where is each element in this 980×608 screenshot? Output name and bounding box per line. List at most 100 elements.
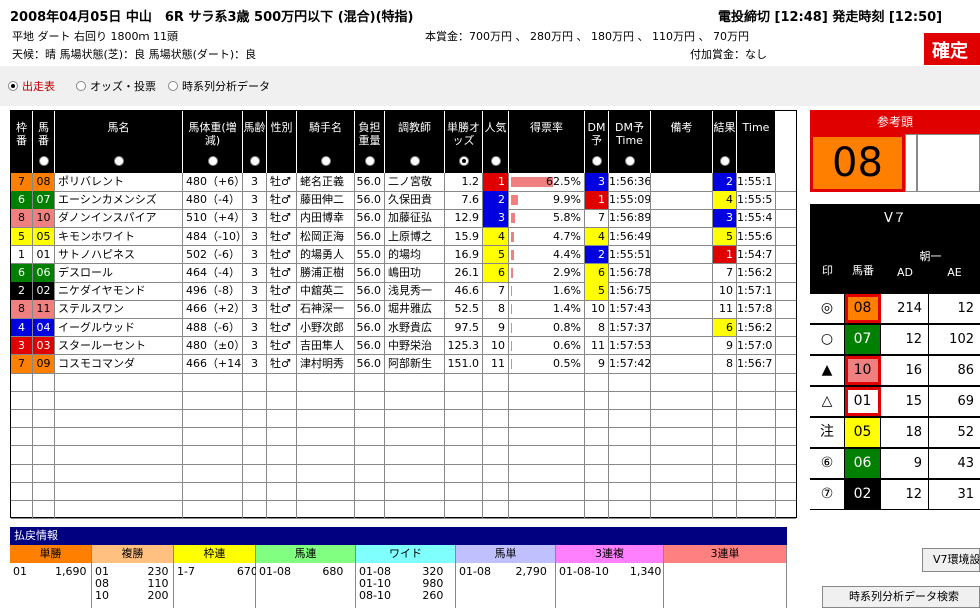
vote-rate-value: 62.5% [546, 175, 581, 188]
sort-radio-icon[interactable] [113, 156, 124, 166]
table-row[interactable]: 3 03 スタールーセント 480（±0） 3 牡♂ 吉田隼人 56.0 中野栄治 125.3 10… [11, 336, 796, 356]
sort-radio-icon[interactable] [207, 156, 218, 166]
table-row[interactable] [11, 446, 796, 465]
cell-note [651, 446, 713, 464]
cell-dm: 9 [585, 355, 609, 373]
column-header-label: 馬体重(増減) [188, 121, 237, 147]
table-row[interactable]: 8 10 ダノンインスパイア 510（+4） 3 牡♂ 内田博幸 56.0 加藤征弘 12.9 3 5… [11, 209, 796, 228]
v7-settings-button[interactable]: V7環境設定 [922, 548, 980, 572]
column-header-dmt[interactable]: DM予Time [609, 111, 651, 173]
table-row[interactable] [11, 482, 796, 501]
column-header-waku[interactable]: 枠番 [11, 111, 33, 173]
cell-rate [509, 446, 585, 464]
table-row[interactable]: 7 08 ポリバレント 480（+6） 3 牡♂ 蛯名正義 56.0 二ノ宮敬 1.2 1 62.5%… [11, 173, 796, 192]
column-header-name[interactable]: 馬名 [55, 111, 183, 173]
v7-header-ad: AD [897, 266, 913, 279]
sort-radio-icon[interactable] [591, 156, 602, 166]
column-header-age[interactable]: 馬齢 [243, 111, 267, 173]
sort-radio-icon[interactable] [320, 156, 331, 166]
column-header-uma[interactable]: 馬番 [33, 111, 55, 173]
cell-rate: 9.9% [509, 191, 585, 209]
cell-jockey: 藤田伸二 [297, 191, 355, 209]
cell-note [651, 245, 713, 264]
column-header-sex[interactable]: 性別 [267, 111, 297, 173]
cell-time: 1:56:2 [737, 264, 776, 282]
sort-radio-icon[interactable] [624, 156, 635, 166]
tab-odds[interactable]: オッズ・投票 [76, 78, 156, 94]
table-row[interactable]: 6 06 デスロール 464（-4） 3 牡♂ 勝浦正樹 56.0 嶋田功 26.1 6 2.9% 6 1… [11, 264, 796, 283]
cell-uma [33, 482, 55, 500]
table-row[interactable] [11, 464, 796, 483]
track-conditions: 天候：晴 馬場状態(芝)：良 馬場状態(ダート)：良 [12, 48, 257, 61]
deadline-time: 電投締切 [12:48] 発走時刻 [12:50] [718, 10, 943, 25]
reference-divider [905, 134, 917, 192]
v7-row[interactable]: ◎ 08 214 12 [810, 294, 980, 324]
column-header-trainer[interactable]: 調教師 [385, 111, 445, 173]
sort-radio-icon[interactable] [490, 156, 501, 166]
column-header-weight[interactable]: 馬体重(増減) [183, 111, 243, 173]
cell-jockey: 吉田隼人 [297, 336, 355, 355]
column-header-load[interactable]: 負担重量 [355, 111, 385, 173]
v7-row[interactable]: 注 05 18 52 [810, 418, 980, 448]
cell-dmt: 1:55:09 [609, 191, 651, 209]
sort-radio-icon[interactable] [249, 156, 260, 166]
table-row[interactable] [11, 500, 796, 520]
cell-weight: 502（-6） [183, 245, 243, 264]
cell-jockey: 的場勇人 [297, 245, 355, 264]
cell-res [713, 446, 737, 464]
table-row[interactable]: 8 11 ステルスワン 466（+2） 3 牡♂ 石神深一 56.0 堀井雅広 52.5 8 1.4%… [11, 300, 796, 319]
sort-radio-icon[interactable] [719, 156, 730, 166]
table-row[interactable]: 1 01 サトノハピネス 502（-6） 3 牡♂ 的場勇人 55.0 的場均 16.9 5 4.4%… [11, 245, 796, 265]
sort-radio-icon[interactable] [38, 156, 49, 166]
cell-rate: 0.5% [509, 355, 585, 373]
sort-radio-icon[interactable] [409, 156, 420, 166]
cell-sex [267, 409, 297, 428]
table-row[interactable]: 6 07 エーシンカメンシズ 480（-4） 3 牡♂ 藤田伸二 56.0 久保田貴 7.6 2 9.… [11, 191, 796, 210]
tab-timeseries[interactable]: 時系列分析データ [168, 78, 270, 94]
column-header-odds[interactable]: 単勝オッズ [445, 111, 483, 173]
column-header-pop[interactable]: 人気 [483, 111, 509, 173]
payout-body: 01-08-10 1,340 [556, 563, 664, 608]
column-header-dm[interactable]: DM予 [585, 111, 609, 173]
cell-load: 56.0 [355, 173, 385, 191]
v7-row[interactable]: ○ 07 12 102 [810, 325, 980, 355]
cell-odds [445, 464, 483, 482]
table-row[interactable] [11, 373, 796, 392]
cell-sex [267, 427, 297, 446]
cell-weight: 488（-6） [183, 318, 243, 337]
table-row[interactable]: 4 04 イーグルウッド 488（-6） 3 牡♂ 小野次郎 56.0 水野貴広 97.5 9 0.8… [11, 318, 796, 338]
cell-weight: 464（-4） [183, 264, 243, 282]
table-row[interactable] [11, 427, 796, 447]
tab-entries[interactable]: 出走表 [8, 78, 55, 94]
cell-dmt: 1:57:37 [609, 318, 651, 337]
column-header-note[interactable]: 備考 [651, 111, 713, 173]
cell-uma: 06 [33, 264, 55, 282]
table-row[interactable]: 5 05 キモンホワイト 484（-10） 3 牡♂ 松岡正海 56.0 上原博之 15.9 4 4.… [11, 227, 796, 247]
payout-line: 01-08 680 [259, 565, 344, 578]
cell-jockey: 小野次郎 [297, 318, 355, 337]
column-header-label: 馬名 [107, 121, 130, 134]
table-row[interactable]: 2 02 ニケダイヤモンド 496（-8） 3 牡♂ 中舘英二 56.0 浅見秀一 46.6 7 1.… [11, 282, 796, 301]
v7-row[interactable]: ⑥ 06 9 43 [810, 449, 980, 479]
column-header-res[interactable]: 結果 [713, 111, 737, 173]
cell-pop [483, 373, 509, 391]
v7-row[interactable]: ▲ 10 16 86 [810, 356, 980, 386]
table-row[interactable]: 709コスモコマンダ466（+14）3牡♂津村明秀56.0阿部新生151.011… [11, 355, 796, 374]
vote-rate-bar [511, 213, 515, 224]
sort-radio-icon[interactable] [364, 156, 375, 166]
cell-trainer: 水野貴広 [385, 318, 445, 337]
cell-uma: 08 [33, 173, 55, 191]
cell-dm [585, 427, 609, 446]
column-header-jockey[interactable]: 騎手名 [297, 111, 355, 173]
table-row[interactable] [11, 391, 796, 410]
v7-row[interactable]: ⑦ 02 12 31 [810, 480, 980, 510]
cell-dmt: 1:56:75 [609, 282, 651, 300]
table-row[interactable] [11, 409, 796, 429]
cell-odds [445, 500, 483, 519]
column-header-time[interactable]: Time [737, 111, 776, 173]
v7-row[interactable]: △ 01 15 69 [810, 387, 980, 417]
sort-radio-icon[interactable] [458, 156, 469, 166]
timeseries-search-button[interactable]: 時系列分析データ検索 [822, 586, 980, 608]
column-header-rate[interactable]: 得票率 [509, 111, 585, 173]
cell-odds: 46.6 [445, 282, 483, 300]
